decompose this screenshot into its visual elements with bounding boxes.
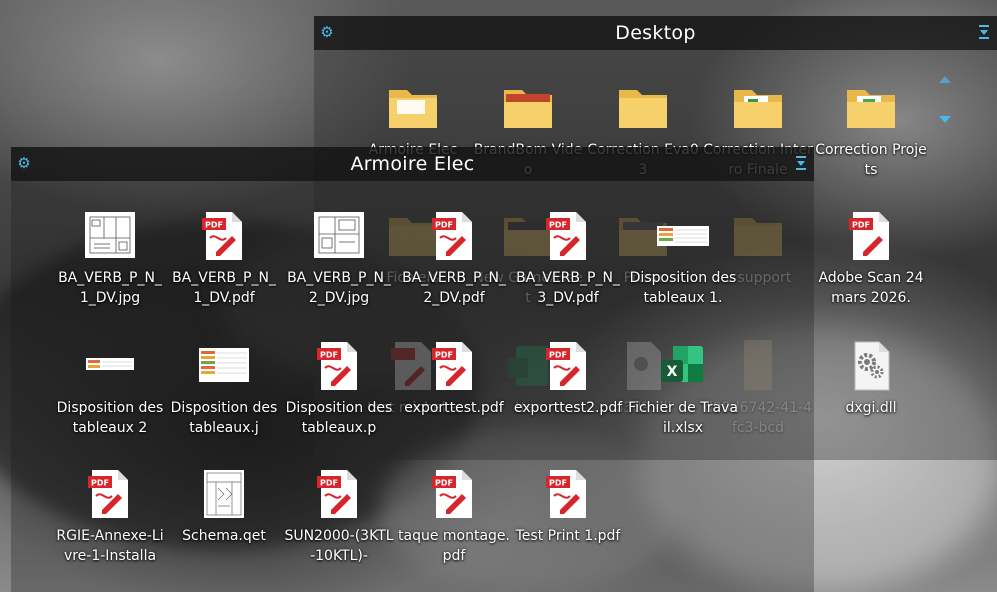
svg-text:PDF: PDF [549,221,567,230]
svg-text:X: X [667,364,678,380]
item-label: BA_VERB_P_N_1_DV.jpg [58,270,162,306]
folder-icon [843,80,899,136]
armoire-item-ba-verb-1-pdf[interactable]: PDF BA_VERB_P_N_1_DV.pdf [168,208,280,308]
armoire-item-disposition-2[interactable]: Disposition des tableaux 2 [54,338,166,438]
armoire-item-fichier-de-travail[interactable]: X Fichier de Travail.xlsx [627,338,739,438]
pdf-icon: PDF [426,338,482,394]
item-label: Disposition des tableaux 1. [629,270,737,306]
armoire-item-test-print-1[interactable]: PDF Test Print 1.pdf [512,466,624,546]
svg-text:PDF: PDF [320,351,338,360]
excel-icon: X [655,338,711,394]
item-label: BA_VERB_P_N_2_DV.jpg [287,270,391,306]
scroll-down-icon[interactable] [939,116,951,123]
item-label: BA_VERB_P_N_3_DV.pdf [516,270,620,306]
folder-icon [730,80,786,136]
armoire-item-rgie-annexe[interactable]: PDF RGIE-Annexe-Livre-1-Installa [54,466,166,566]
item-label: Adobe Scan 24 mars 2026. [818,270,924,306]
item-label: Disposition des tableaux 2 [56,400,164,436]
svg-text:PDF: PDF [549,351,567,360]
gear-icon[interactable]: ⚙ [15,154,33,172]
armoire-item-ba-verb-2-jpg[interactable]: BA_VERB_P_N_2_DV.jpg [283,208,395,308]
item-label: Disposition des tableaux.j [170,400,278,436]
pdf-icon: PDF [196,208,252,264]
pdf-icon: PDF [426,208,482,264]
item-label: Disposition des tableaux.p [285,400,393,436]
roll-up-icon[interactable] [977,24,991,40]
folder-icon [385,80,441,136]
pdf-icon: PDF [426,466,482,522]
item-label: Schema.qet [182,528,266,544]
svg-text:PDF: PDF [435,351,453,360]
pdf-icon: PDF [540,466,596,522]
table-thumbnail-icon [655,208,711,264]
armoire-item-sun2000[interactable]: PDF SUN2000-(3KTL-10KTL)- [283,466,395,566]
armoire-item-ba-verb-1-jpg[interactable]: BA_VERB_P_N_1_DV.jpg [54,208,166,308]
svg-text:PDF: PDF [91,479,109,488]
armoire-item-ba-verb-3-pdf[interactable]: PDF BA_VERB_P_N_3_DV.pdf [512,208,624,308]
item-label: dxgi.dll [845,400,897,416]
armoire-item-disposition-j[interactable]: Disposition des tableaux.j [168,338,280,438]
armoire-fence-titlebar[interactable]: ⚙ Armoire Elec [11,147,814,181]
folder-icon [615,80,671,136]
desktop-item-correction-projets[interactable]: Correction Projets [815,80,927,180]
svg-text:PDF: PDF [205,221,223,230]
table-thumbnail-icon [196,338,252,394]
armoire-item-schema-qet[interactable]: Schema.qet [168,466,280,546]
desktop-fence-titlebar[interactable]: ⚙ Desktop [314,16,997,50]
folder-icon [500,80,556,136]
pdf-icon: PDF [311,466,367,522]
floorplan-thumbnail-icon [311,208,367,264]
pdf-icon: PDF [540,338,596,394]
item-label: RGIE-Annexe-Livre-1-Installa [56,528,164,564]
armoire-item-exporttest2[interactable]: PDF exporttest2.pdf [512,338,624,418]
svg-text:PDF: PDF [320,479,338,488]
item-label: exporttest.pdf [404,400,504,416]
scroll-up-icon[interactable] [939,76,951,83]
armoire-item-ba-verb-2-pdf[interactable]: PDF BA_VERB_P_N_2_DV.pdf [398,208,510,308]
pdf-icon: PDF [311,338,367,394]
armoire-item-exporttest[interactable]: PDF exporttest.pdf [398,338,510,418]
svg-text:PDF: PDF [549,479,567,488]
item-label: BA_VERB_P_N_2_DV.pdf [402,270,506,306]
pdf-icon: PDF [843,208,899,264]
armoire-item-disposition-1[interactable]: Disposition des tableaux 1. [627,208,739,308]
floorplan-thumbnail-icon [82,208,138,264]
item-label: Fichier de Travail.xlsx [628,400,738,436]
pdf-icon: PDF [540,208,596,264]
item-label: taque montage.pdf [398,528,510,564]
item-label: Correction Projets [815,142,927,178]
schematic-thumbnail-icon [196,466,252,522]
roll-up-icon[interactable] [794,155,808,171]
desktop-item-adobe-scan[interactable]: PDF Adobe Scan 24 mars 2026. [815,208,927,308]
item-label: BA_VERB_P_N_1_DV.pdf [172,270,276,306]
svg-text:PDF: PDF [435,221,453,230]
item-label: SUN2000-(3KTL-10KTL)- [284,528,394,564]
fence-title: Armoire Elec [350,153,475,175]
svg-text:PDF: PDF [852,221,870,230]
armoire-item-disposition-p[interactable]: PDF Disposition des tableaux.p [283,338,395,438]
table-thumbnail-icon [82,338,138,394]
item-label: Test Print 1.pdf [515,528,621,544]
gear-icon[interactable]: ⚙ [318,23,336,41]
armoire-item-taque-montage[interactable]: PDF taque montage.pdf [398,466,510,566]
pdf-icon: PDF [82,466,138,522]
desktop-item-dxgi-dll[interactable]: dxgi.dll [815,338,927,418]
item-label: exporttest2.pdf [513,400,623,416]
dll-icon [843,338,899,394]
fence-title: Desktop [615,22,696,44]
svg-text:PDF: PDF [435,479,453,488]
